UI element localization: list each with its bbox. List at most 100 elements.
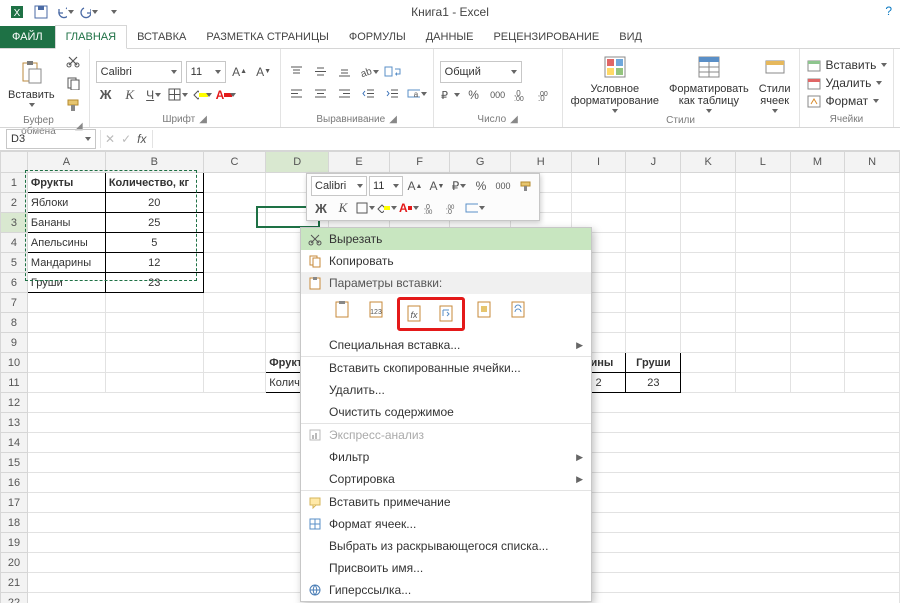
format-as-table-button[interactable]: Форматировать как таблицу — [667, 51, 751, 115]
row-header[interactable]: 18 — [1, 513, 28, 533]
cell[interactable]: Груши — [27, 273, 105, 293]
cell-styles-button[interactable]: Стили ячеек — [757, 51, 793, 115]
align-left-icon[interactable] — [287, 84, 307, 104]
cut-icon[interactable] — [63, 51, 83, 71]
menu-copy[interactable]: Копировать — [301, 250, 591, 272]
percent-format-icon[interactable]: % — [464, 85, 484, 105]
mini-comma-icon[interactable]: 000 — [493, 176, 513, 196]
tab-formulas[interactable]: ФОРМУЛЫ — [339, 26, 416, 48]
enter-edit-icon[interactable]: ✓ — [121, 132, 131, 146]
help-icon[interactable]: ? — [885, 4, 892, 18]
col-header-E[interactable]: E — [329, 152, 390, 173]
cell[interactable]: Апельсины — [27, 233, 105, 253]
tab-page-layout[interactable]: РАЗМЕТКА СТРАНИЦЫ — [196, 26, 338, 48]
row-header[interactable]: 21 — [1, 573, 28, 593]
row-header[interactable]: 7 — [1, 293, 28, 313]
col-header-F[interactable]: F — [389, 152, 450, 173]
col-header-M[interactable]: M — [790, 152, 845, 173]
cells-format-button[interactable]: Формат — [806, 93, 888, 109]
font-name-combo[interactable]: Calibri — [96, 61, 182, 83]
col-header-B[interactable]: B — [105, 152, 203, 173]
menu-filter[interactable]: Фильтр▶ — [301, 446, 591, 468]
mini-accounting-icon[interactable]: ₽ — [449, 176, 469, 196]
col-header-K[interactable]: K — [681, 152, 736, 173]
decrease-decimal-icon[interactable]: ,00,0 — [536, 85, 556, 105]
row-header[interactable]: 4 — [1, 233, 28, 253]
tab-review[interactable]: РЕЦЕНЗИРОВАНИЕ — [483, 26, 609, 48]
col-header-J[interactable]: J — [626, 152, 681, 173]
mini-font-color-icon[interactable]: A — [399, 198, 419, 218]
font-size-combo[interactable]: 11 — [186, 61, 226, 83]
col-header-I[interactable]: I — [571, 152, 626, 173]
cell[interactable]: 25 — [105, 213, 203, 233]
comma-format-icon[interactable]: 000 — [488, 85, 508, 105]
paste-option-formulas[interactable]: fx — [401, 301, 429, 327]
mini-italic-button[interactable]: К — [333, 198, 353, 218]
wrap-text-icon[interactable] — [383, 62, 403, 82]
increase-decimal-icon[interactable]: ,0,00 — [512, 85, 532, 105]
row-header[interactable]: 17 — [1, 493, 28, 513]
alignment-dialog-launcher[interactable]: ◢ — [389, 114, 397, 125]
row-header[interactable]: 6 — [1, 273, 28, 293]
cell[interactable]: 20 — [105, 193, 203, 213]
col-header-H[interactable]: H — [510, 152, 571, 173]
mini-decrease-font-icon[interactable]: A▼ — [427, 176, 447, 196]
tab-data[interactable]: ДАННЫЕ — [416, 26, 484, 48]
paste-option-values[interactable]: 123 — [363, 297, 391, 323]
cell[interactable]: 23 — [626, 373, 681, 393]
bold-button[interactable]: Ж — [96, 85, 116, 105]
row-header[interactable]: 12 — [1, 393, 28, 413]
undo-icon[interactable] — [56, 3, 74, 21]
row-header[interactable]: 2 — [1, 193, 28, 213]
mini-size-combo[interactable]: 11 — [369, 176, 403, 196]
menu-paste-special[interactable]: Специальная вставка...▶ — [301, 334, 591, 356]
font-dialog-launcher[interactable]: ◢ — [199, 114, 207, 125]
worksheet-grid[interactable]: A B C D E F G H I J K L M N 1 Фрукты Кол… — [0, 151, 900, 603]
align-top-icon[interactable] — [287, 62, 307, 82]
tab-insert[interactable]: ВСТАВКА — [127, 26, 196, 48]
cells-delete-button[interactable]: Удалить — [806, 75, 888, 91]
col-header-G[interactable]: G — [450, 152, 511, 173]
cell[interactable]: Количество, кг — [105, 173, 203, 193]
font-color-icon[interactable]: A — [216, 85, 236, 105]
mini-bold-button[interactable]: Ж — [311, 198, 331, 218]
italic-button[interactable]: К — [120, 85, 140, 105]
underline-button[interactable]: Ч — [144, 85, 164, 105]
row-header[interactable]: 14 — [1, 433, 28, 453]
mini-inc-decimal-icon[interactable]: ,0,00 — [421, 198, 441, 218]
mini-increase-font-icon[interactable]: A▲ — [405, 176, 425, 196]
paste-button[interactable]: Вставить — [6, 57, 57, 109]
paste-option-link[interactable] — [505, 297, 533, 323]
row-header[interactable]: 5 — [1, 253, 28, 273]
cells-insert-button[interactable]: Вставить — [806, 57, 888, 73]
align-middle-icon[interactable] — [311, 62, 331, 82]
row-header[interactable]: 10 — [1, 353, 28, 373]
cell[interactable]: Яблоки — [27, 193, 105, 213]
col-header-L[interactable]: L — [735, 152, 790, 173]
paste-option-transpose[interactable] — [433, 301, 461, 327]
menu-format-cells[interactable]: Формат ячеек... — [301, 513, 591, 535]
conditional-formatting-button[interactable]: Условное форматирование — [569, 51, 661, 115]
row-header[interactable]: 1 — [1, 173, 28, 193]
name-box[interactable]: D3 — [6, 129, 96, 149]
mini-dec-decimal-icon[interactable]: ,00,0 — [443, 198, 463, 218]
orientation-icon[interactable]: ab — [359, 62, 379, 82]
borders-icon[interactable] — [168, 85, 188, 105]
row-header[interactable]: 19 — [1, 533, 28, 553]
mini-format-painter-icon[interactable] — [515, 176, 535, 196]
menu-insert-comment[interactable]: Вставить примечание — [301, 491, 591, 513]
menu-pick-from-list[interactable]: Выбрать из раскрывающегося списка... — [301, 535, 591, 557]
number-dialog-launcher[interactable]: ◢ — [510, 114, 518, 125]
align-bottom-icon[interactable] — [335, 62, 355, 82]
accounting-format-icon[interactable]: ₽ — [440, 85, 460, 105]
row-header[interactable]: 16 — [1, 473, 28, 493]
col-header-D[interactable]: D — [266, 152, 329, 173]
cell[interactable]: Груши — [626, 353, 681, 373]
menu-delete[interactable]: Удалить... — [301, 379, 591, 401]
row-header[interactable]: 8 — [1, 313, 28, 333]
menu-define-name[interactable]: Присвоить имя... — [301, 557, 591, 579]
menu-sort[interactable]: Сортировка▶ — [301, 468, 591, 490]
mini-borders-icon[interactable] — [355, 198, 375, 218]
cell[interactable]: 12 — [105, 253, 203, 273]
increase-indent-icon[interactable] — [383, 84, 403, 104]
